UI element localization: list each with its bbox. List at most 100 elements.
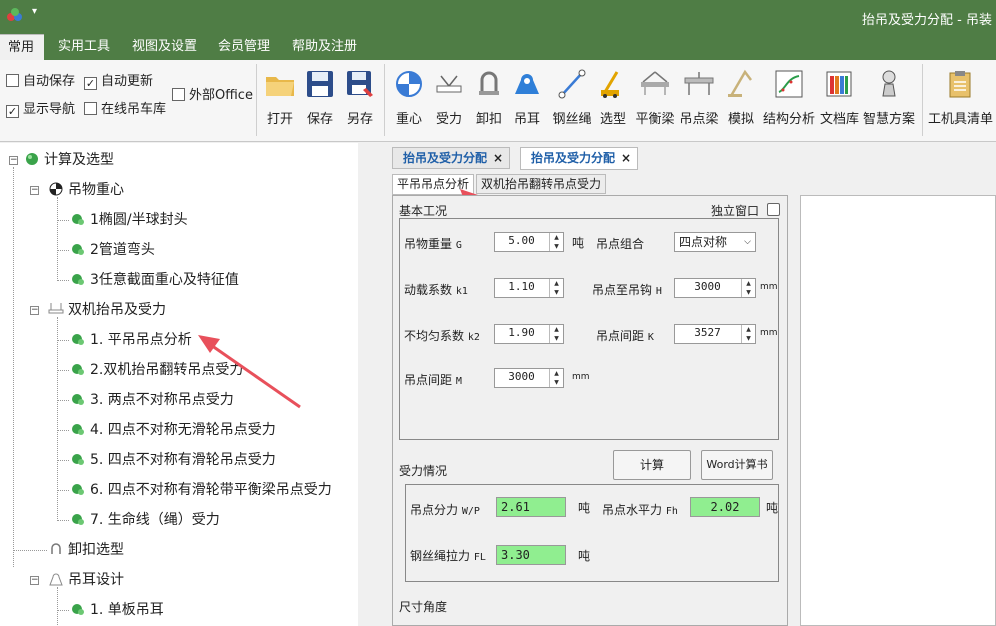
open-button[interactable]: 打开: [262, 66, 298, 136]
lifting-beam-button[interactable]: 吊点梁: [678, 66, 720, 136]
checkbox-box[interactable]: ✓: [84, 77, 97, 90]
navigation-tree: − 计算及选型 − 吊物重心 1椭圆/半球封头 2管道弯头 3任意截面重心及特征…: [0, 143, 372, 626]
field-label: 吊点间距: [404, 373, 453, 387]
tree-label: 3任意截面重心及特征值: [90, 272, 239, 288]
weight-input[interactable]: 5.00 ▲ ▼: [494, 232, 564, 252]
spacing-m-input[interactable]: 3000 ▲ ▼: [494, 368, 564, 388]
menu-tools[interactable]: 实用工具: [50, 34, 118, 60]
tree-node-lug[interactable]: 吊耳设计: [48, 569, 124, 591]
tool-list-button[interactable]: 工机具清单: [928, 66, 993, 136]
tree-item-cog-2[interactable]: 2管道弯头: [70, 239, 155, 261]
shackle-button[interactable]: 卸扣: [472, 66, 506, 136]
center-of-gravity-button[interactable]: 重心: [392, 66, 426, 136]
checkbox-box[interactable]: ✓: [6, 105, 19, 118]
crane-selection-button[interactable]: 选型: [596, 66, 630, 136]
tree-collapse-toggle[interactable]: −: [30, 576, 39, 585]
tree-item-dual-4[interactable]: 4. 四点不对称无滑轮吊点受力: [70, 419, 276, 441]
tree-item-cog-3[interactable]: 3任意截面重心及特征值: [70, 269, 239, 291]
word-report-button[interactable]: Word计算书: [701, 450, 773, 480]
spin-arrows-icon[interactable]: ▲ ▼: [549, 369, 563, 387]
tree-label: 6. 四点不对称有滑轮带平衡梁吊点受力: [90, 482, 332, 498]
auto-save-checkbox[interactable]: 自动保存: [6, 70, 75, 89]
tree-item-dual-7[interactable]: 7. 生命线（绳）受力: [70, 509, 220, 531]
tree-item-dual-1[interactable]: 1. 平吊吊点分析: [70, 329, 192, 351]
button-label: 文档库: [820, 112, 860, 127]
online-crane-lib-checkbox[interactable]: 在线吊车库: [84, 98, 166, 117]
tree-item-dual-5[interactable]: 5. 四点不对称有滑轮吊点受力: [70, 449, 276, 471]
show-nav-checkbox[interactable]: ✓ 显示导航: [6, 98, 75, 118]
spreader-beam-button[interactable]: 平衡梁: [634, 66, 676, 136]
tree-label: 吊物重心: [68, 182, 124, 198]
wire-rope-button[interactable]: 钢丝绳: [552, 66, 592, 136]
external-office-checkbox[interactable]: 外部Office: [172, 84, 253, 103]
spacing-k-input[interactable]: 3527 ▲ ▼: [674, 324, 756, 344]
save-button[interactable]: 保存: [302, 66, 338, 136]
field-symbol: W/P: [461, 506, 480, 517]
menu-membership[interactable]: 会员管理: [210, 34, 278, 60]
ribbon-separator: [384, 64, 385, 136]
tree-label: 双机抬吊及受力: [68, 302, 166, 318]
tree-line: [57, 490, 69, 491]
hook-input[interactable]: 3000 ▲ ▼: [674, 278, 756, 298]
doc-tab-1[interactable]: 抬吊及受力分配 ×: [392, 147, 511, 169]
k2-input[interactable]: 1.90 ▲ ▼: [494, 324, 564, 344]
simulation-button[interactable]: 模拟: [724, 66, 758, 136]
checkbox-box[interactable]: [84, 102, 97, 115]
field-label: 动载系数: [404, 283, 453, 297]
weight-label: 吊物重量 G: [404, 235, 462, 252]
checkbox-box[interactable]: [6, 74, 19, 87]
tree-root[interactable]: 计算及选型: [24, 149, 114, 171]
tree-label: 卸扣选型: [68, 542, 124, 558]
save-as-button[interactable]: 另存: [342, 66, 378, 136]
standalone-window-checkbox[interactable]: [767, 203, 780, 216]
tree-collapse-toggle[interactable]: −: [9, 156, 18, 165]
spacing-k-label: 吊点间距 K: [596, 327, 654, 344]
standalone-window-label: 独立窗口: [711, 204, 760, 218]
lifting-lug-button[interactable]: 吊耳: [510, 66, 544, 136]
structure-analysis-button[interactable]: 结构分析: [762, 66, 816, 136]
smart-plan-button[interactable]: 智慧方案: [862, 66, 916, 136]
tree-collapse-toggle[interactable]: −: [30, 306, 39, 315]
close-icon[interactable]: ×: [621, 151, 631, 165]
field-label: 吊点间距: [596, 329, 645, 343]
app-logo-icon: [7, 8, 22, 21]
button-label: 吊耳: [513, 112, 540, 127]
doc-tab-2[interactable]: 抬吊及受力分配 ×: [520, 147, 639, 170]
spin-arrows-icon[interactable]: ▲ ▼: [549, 279, 563, 297]
button-label: 智慧方案: [862, 112, 915, 127]
tree-node-cog[interactable]: 吊物重心: [48, 179, 124, 201]
spin-arrows-icon[interactable]: ▲ ▼: [549, 233, 563, 251]
tree-collapse-toggle[interactable]: −: [30, 186, 39, 195]
spin-arrows-icon[interactable]: ▲ ▼: [741, 325, 755, 343]
weight-unit: 吨: [572, 236, 585, 250]
lifting-lug-icon: [48, 571, 64, 587]
menu-help-register[interactable]: 帮助及注册: [284, 34, 365, 60]
force-icon: [436, 75, 462, 93]
size-angle-title: 尺寸角度: [399, 600, 448, 614]
tree-node-shackle[interactable]: 卸扣选型: [48, 539, 124, 561]
shackle-icon: [48, 541, 64, 557]
combo-select[interactable]: 四点对称 ⌵: [674, 232, 756, 252]
tree-scrollbar[interactable]: [358, 143, 372, 626]
calculate-button[interactable]: 计算: [613, 450, 691, 480]
document-library-button[interactable]: 文档库: [820, 66, 860, 136]
checkbox-box[interactable]: [172, 88, 185, 101]
menu-view-settings[interactable]: 视图及设置: [124, 34, 205, 60]
spin-arrows-icon[interactable]: ▲ ▼: [741, 279, 755, 297]
auto-update-checkbox[interactable]: ✓ 自动更新: [84, 70, 153, 90]
field-symbol: M: [455, 376, 462, 387]
menu-home[interactable]: 常用: [0, 34, 44, 60]
tree-item-cog-1[interactable]: 1椭圆/半球封头: [70, 209, 188, 231]
force-button[interactable]: 受力: [432, 66, 466, 136]
tree-node-dual[interactable]: 双机抬吊及受力: [48, 299, 166, 321]
close-icon[interactable]: ×: [493, 151, 503, 165]
k1-input[interactable]: 1.10 ▲ ▼: [494, 278, 564, 298]
leaf-icon: [70, 511, 86, 527]
leaf-icon: [70, 211, 86, 227]
field-symbol: Fh: [665, 506, 678, 517]
tree-item-dual-6[interactable]: 6. 四点不对称有滑轮带平衡梁吊点受力: [70, 479, 332, 501]
spin-arrows-icon[interactable]: ▲ ▼: [549, 325, 563, 343]
tree-item-lug-1[interactable]: 1. 单板吊耳: [70, 599, 164, 621]
field-label: 吊物重量: [404, 237, 453, 251]
quick-access-dropdown-icon[interactable]: ▾: [32, 6, 37, 17]
